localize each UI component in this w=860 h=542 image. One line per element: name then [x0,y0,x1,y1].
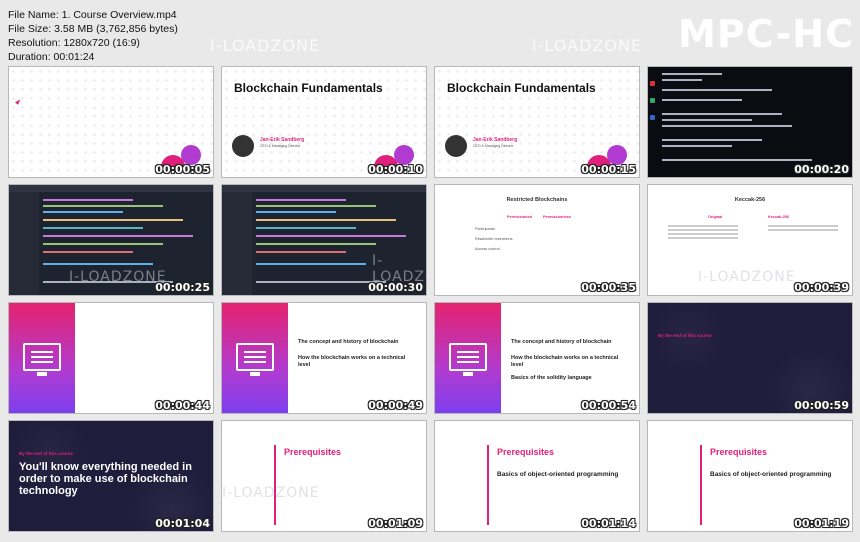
timestamp: 00:00:20 [794,163,849,176]
thumbnail-1[interactable]: 00:00:05 [8,66,214,178]
timestamp: 00:00:49 [368,399,423,412]
duration: Duration: 00:01:24 [8,51,95,63]
dark-label: By the end of this course [19,451,73,456]
thumbnail-8[interactable]: Keccak-256 Original Keccak-256 I-LOADZON… [647,184,853,296]
thumbnail-16[interactable]: Prerequisites Basics of object-oriented … [647,420,853,532]
avatar [445,135,467,157]
thumbnail-15[interactable]: Prerequisites Basics of object-oriented … [434,420,640,532]
timestamp: 00:00:44 [155,399,210,412]
timestamp: 00:00:25 [155,281,210,294]
resolution: Resolution: 1280x720 (16:9) [8,37,140,49]
watermark: I-LOADZONE [698,269,796,285]
author-name: Jan-Erik Sandberg [260,137,305,143]
thumbnail-9[interactable]: 00:00:44 [8,302,214,414]
file-size: File Size: 3.58 MB (3,762,856 bytes) [8,23,178,35]
thumbnail-3[interactable]: Blockchain Fundamentals Jan-Erik Sandber… [434,66,640,178]
thumbnail-2[interactable]: Blockchain Fundamentals Jan-Erik Sandber… [221,66,427,178]
timestamp: 00:01:04 [155,517,210,530]
avatar [232,135,254,157]
table-header: Keccak-256 [768,215,789,219]
thumbnail-4[interactable]: 00:00:20 [647,66,853,178]
file-info: File Name: 1. Course Overview.mp4 File S… [8,8,178,64]
slide-title: Blockchain Fundamentals [234,81,383,95]
file-name: File Name: 1. Course Overview.mp4 [8,9,177,21]
prereq-title: Prerequisites [497,447,555,457]
big-statement: You'll know everything needed in order t… [19,461,192,497]
bullet-text: The concept and history of blockchain [298,339,399,345]
monitor-icon [23,343,61,376]
table-row: Participants [475,227,495,231]
watermark: I-LOADZONE [69,269,167,285]
bullet-text: How the blockchain works on a technical … [511,355,619,368]
timestamp: 00:00:30 [368,281,423,294]
timestamp: 00:00:54 [581,399,636,412]
author-title: CEO & Managing Director [260,144,301,148]
timestamp: 00:00:39 [794,281,849,294]
timestamp: 00:00:59 [794,399,849,412]
bullet-text: The concept and history of blockchain [511,339,612,345]
prereq-item: Basics of object-oriented programming [710,471,832,478]
thumbnail-10[interactable]: The concept and history of blockchain Ho… [221,302,427,414]
author-title: CEO & Managing Director [473,144,514,148]
slide-title: Blockchain Fundamentals [447,81,596,95]
timestamp: 00:01:09 [368,517,423,530]
prereq-title: Prerequisites [710,447,768,457]
timestamp: 00:01:14 [581,517,636,530]
thumbnail-14[interactable]: Prerequisites I-LOADZONE 00:01:09 [221,420,427,532]
bullet-text: Basics of the solidity language [511,375,592,381]
table-header: Original [708,215,723,219]
table-row: Access control [475,247,500,251]
author-name: Jan-Erik Sandberg [473,137,518,143]
dark-label: By the end of this course [658,333,712,338]
timestamp: 00:00:05 [155,163,210,176]
timestamp: 00:01:19 [794,517,849,530]
thumbnail-5[interactable]: I-LOADZONE 00:00:25 [8,184,214,296]
bullet-text: How the blockchain works on a technical … [298,355,406,368]
timestamp: 00:00:10 [368,163,423,176]
thumbnail-7[interactable]: Restricted Blockchains Permissioned Perm… [434,184,640,296]
prereq-item: Basics of object-oriented programming [497,471,619,478]
watermark: I-LOADZONE [222,485,320,501]
thumbnail-12[interactable]: By the end of this course 00:00:59 [647,302,853,414]
prereq-title: Prerequisites [284,447,342,457]
slide-title: Restricted Blockchains [506,197,568,203]
thumbnail-grid: 00:00:05 Blockchain Fundamentals Jan-Eri… [8,66,856,538]
triangle-icon [15,99,21,105]
table-row: Read/write restrictions [475,237,513,241]
thumbnail-11[interactable]: The concept and history of blockchain Ho… [434,302,640,414]
timestamp: 00:00:35 [581,281,636,294]
player-logo: MPC-HC [678,12,854,56]
monitor-icon [236,343,274,376]
slide-title: Keccak-256 [734,197,766,203]
thumbnail-13[interactable]: By the end of this course You'll know ev… [8,420,214,532]
table-header: Permissionless [543,215,571,219]
watermark: I-LOADZONE [210,36,321,55]
table-header: Permissioned [507,215,532,219]
thumbnail-6[interactable]: I-LOADZONE 00:00:30 [221,184,427,296]
watermark: I-LOADZONE [532,36,643,55]
monitor-icon [449,343,487,376]
timestamp: 00:00:15 [581,163,636,176]
